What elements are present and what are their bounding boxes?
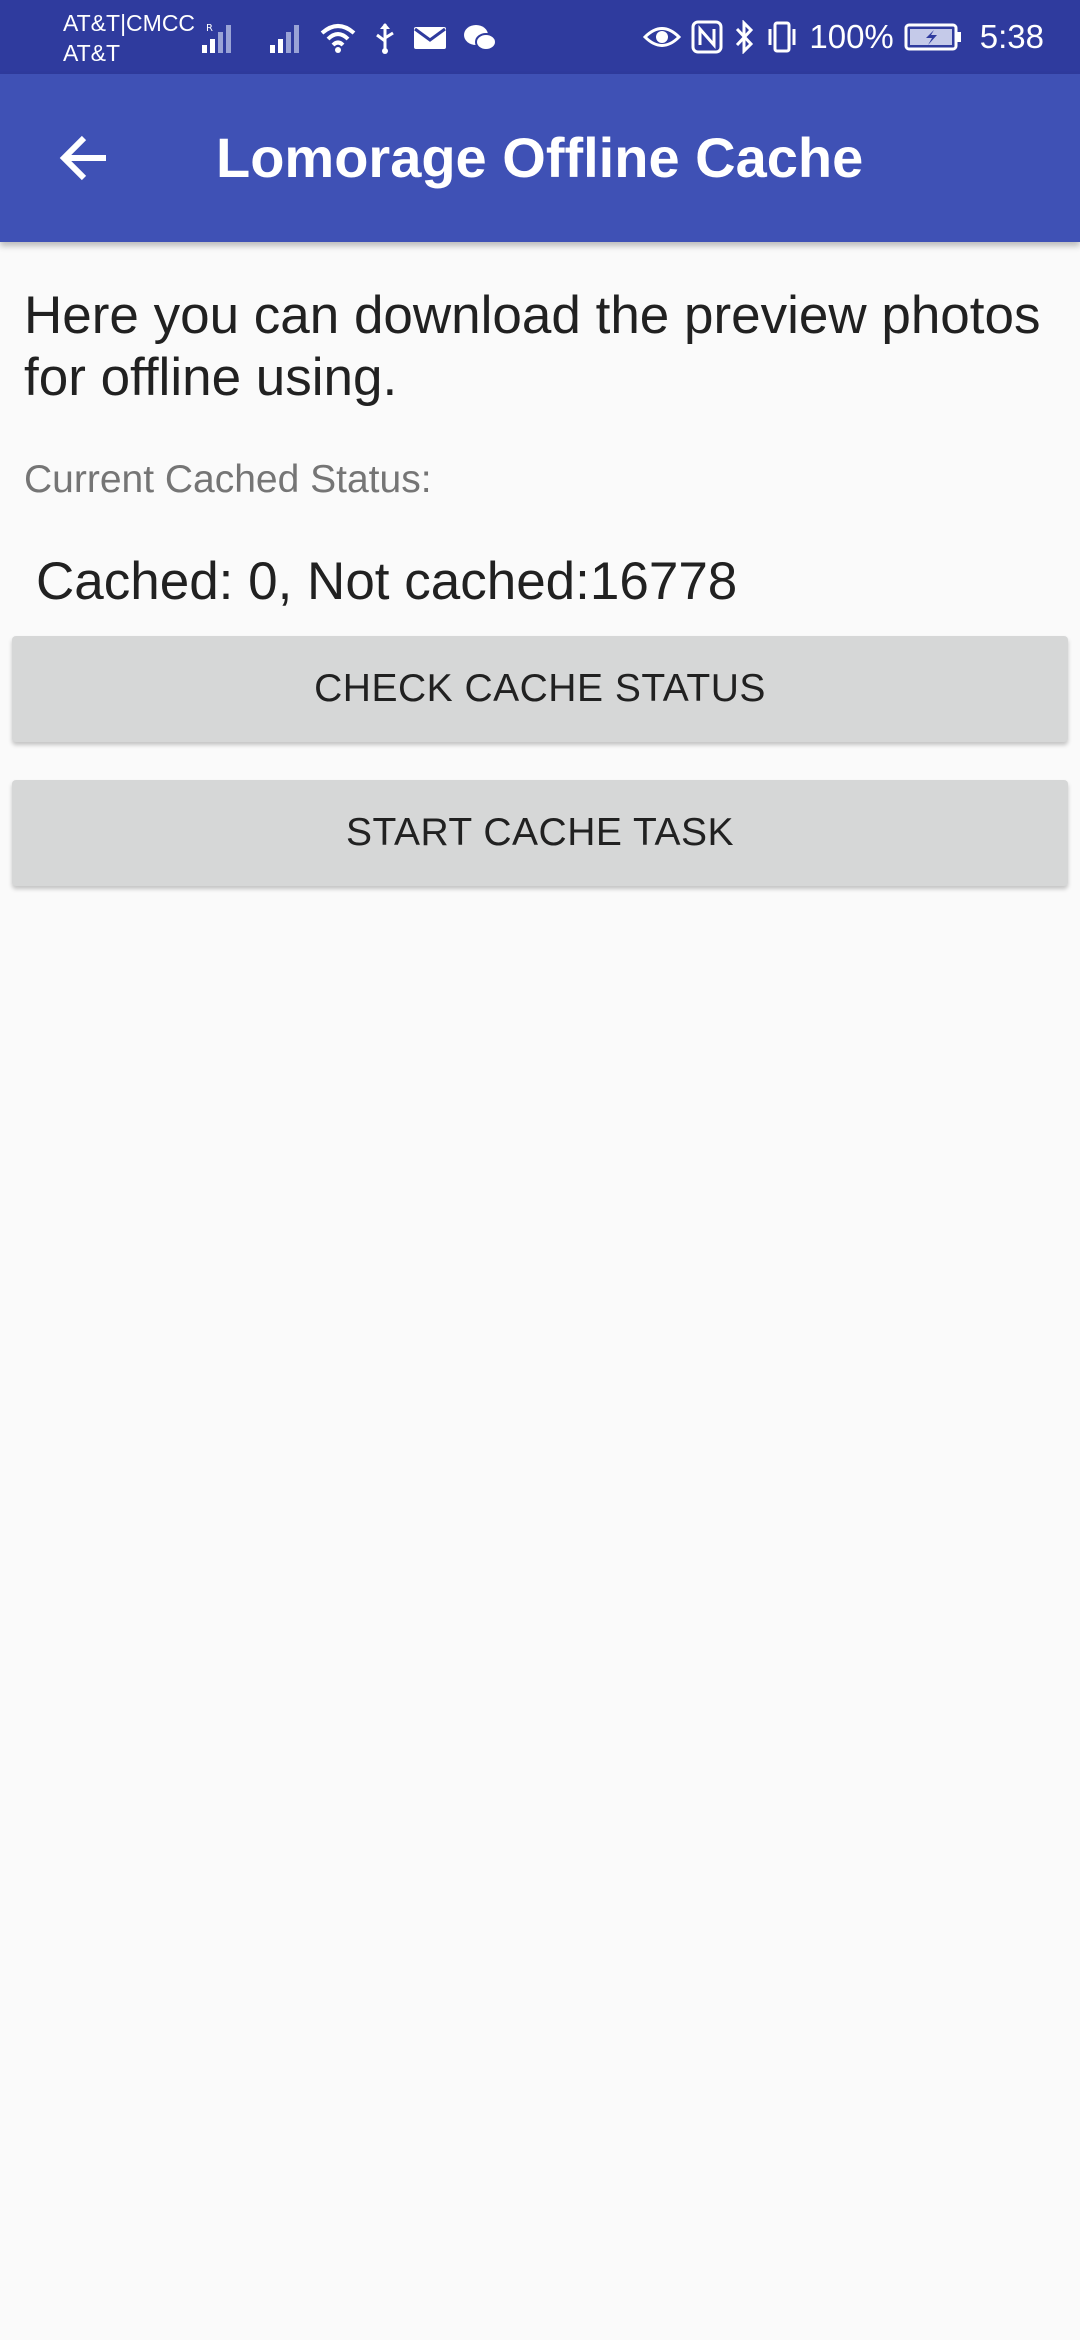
bluetooth-icon [733, 20, 755, 54]
mail-icon [412, 24, 448, 52]
svg-text:R: R [206, 23, 213, 34]
check-cache-status-button[interactable]: CHECK CACHE STATUS [12, 636, 1068, 742]
nfc-icon [691, 20, 723, 54]
app-bar: Lomorage Offline Cache [0, 74, 1080, 242]
carrier-info: AT&T|CMCC AT&T [63, 8, 195, 68]
status-icons-left: R [200, 18, 498, 58]
carrier-line-2: AT&T [63, 40, 121, 66]
battery-percent: 100% [809, 18, 894, 55]
carrier-line-1: AT&T|CMCC [63, 10, 196, 36]
battery-icon [904, 22, 962, 52]
cache-status-label: Current Cached Status: [24, 458, 432, 501]
wechat-icon [462, 23, 498, 53]
vibrate-icon [765, 20, 799, 54]
clock-time: 5:38 [979, 18, 1044, 55]
cache-status-value: Cached: 0, Not cached:16778 [36, 552, 738, 611]
signal-icon: R [200, 21, 236, 55]
arrow-back-icon [58, 134, 110, 182]
intro-text: Here you can download the preview photos… [24, 286, 1041, 407]
back-button[interactable] [40, 114, 128, 202]
start-cache-task-button[interactable]: START CACHE TASK [12, 780, 1068, 886]
status-bar: AT&T|CMCC AT&T R 100% 5:38 [0, 0, 1080, 74]
eye-icon [643, 24, 682, 50]
usb-icon [372, 21, 398, 55]
status-icons-right: 100% 5:38 [643, 14, 1044, 60]
page-title: Lomorage Offline Cache [216, 126, 864, 189]
wifi-icon [318, 21, 358, 55]
signal-icon [268, 21, 304, 55]
